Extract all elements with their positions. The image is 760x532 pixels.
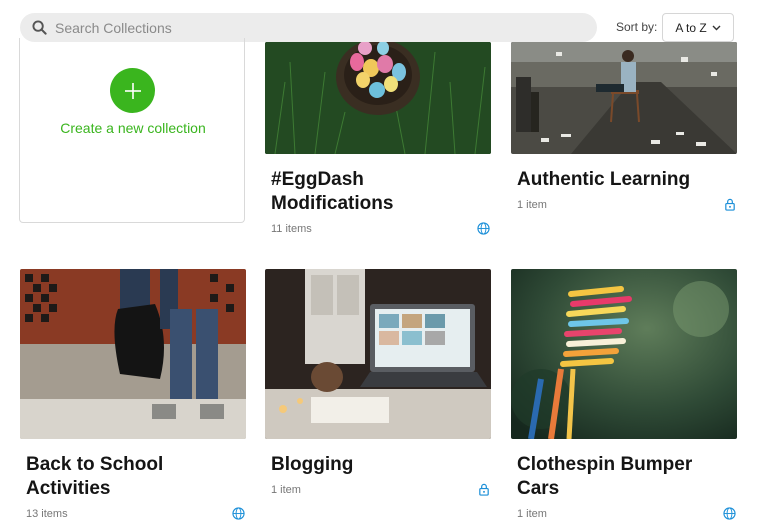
globe-icon <box>723 507 736 520</box>
collection-thumbnail <box>511 42 737 154</box>
sort-label: Sort by: <box>616 20 658 34</box>
search-input[interactable] <box>53 18 557 37</box>
sort-value: A to Z <box>675 20 707 35</box>
sort-dropdown[interactable]: A to Z <box>662 13 734 42</box>
collection-thumbnail <box>265 269 491 439</box>
item-count: 1 item <box>271 484 301 496</box>
item-count: 1 item <box>517 199 547 211</box>
collection-title[interactable]: Authentic Learning <box>517 168 727 192</box>
collection-title[interactable]: Blogging <box>271 453 481 477</box>
collection-thumbnail <box>511 269 737 439</box>
lock-icon <box>725 198 735 211</box>
chevron-down-icon <box>712 25 721 30</box>
globe-icon <box>232 507 245 520</box>
collection-thumbnail <box>20 269 246 439</box>
collection-thumbnail <box>265 42 491 154</box>
item-count: 1 item <box>517 508 547 520</box>
item-count: 11 items <box>271 223 312 235</box>
collection-card[interactable]: #EggDash Modifications 11 items <box>265 42 491 242</box>
create-collection-label: Create a new collection <box>60 120 206 136</box>
collection-card[interactable]: Back to School Activities 13 items <box>20 269 246 524</box>
globe-icon <box>477 222 490 235</box>
add-collection-button[interactable] <box>110 68 155 113</box>
collection-title[interactable]: Clothespin Bumper Cars <box>517 453 727 501</box>
collection-card[interactable]: Authentic Learning 1 item <box>511 42 737 222</box>
lock-icon <box>479 483 489 496</box>
search-icon <box>32 20 47 35</box>
collection-title[interactable]: #EggDash Modifications <box>271 168 481 216</box>
item-count: 13 items <box>26 508 68 520</box>
collection-card[interactable]: Blogging 1 item <box>265 269 491 504</box>
collection-title[interactable]: Back to School Activities <box>26 453 236 501</box>
plus-icon <box>124 82 141 99</box>
create-collection-card[interactable]: Create a new collection <box>19 38 245 223</box>
collection-card[interactable]: Clothespin Bumper Cars 1 item <box>511 269 737 524</box>
